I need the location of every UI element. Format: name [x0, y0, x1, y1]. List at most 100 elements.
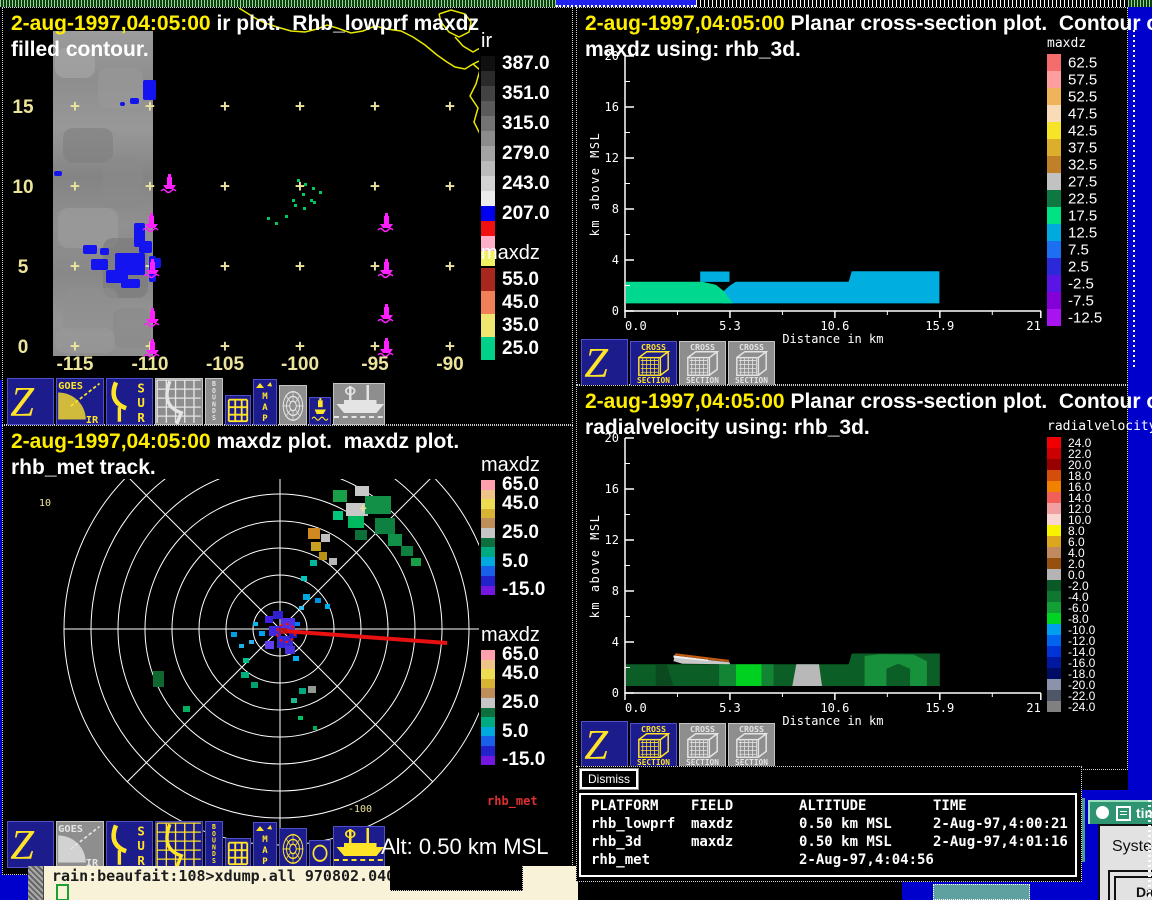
svg-text:km above MSL: km above MSL: [588, 514, 602, 619]
svg-text:+: +: [370, 336, 380, 355]
svg-text:10: 10: [39, 498, 51, 509]
grid-overlay-2-button[interactable]: [225, 838, 251, 868]
cross-section-2c-button[interactable]: CROSSSECTION: [728, 723, 775, 768]
map-overlay-2-button[interactable]: MAP: [253, 822, 277, 868]
bounds-overlay-button[interactable]: BOUNDS: [205, 378, 223, 425]
svg-text:+: +: [445, 336, 455, 355]
svg-text:0: 0: [18, 337, 29, 358]
zeb-logo-xs1-button[interactable]: Z: [581, 339, 628, 386]
svg-text:CROSS: CROSS: [739, 724, 764, 734]
xsec1-title-line2: maxdz using: rhb_3d.: [585, 38, 801, 62]
ir-toolbar: Z GOESIRSUR BOUNDS MAP: [7, 377, 385, 425]
svg-text:+: +: [370, 96, 380, 115]
cross-section-2a-button[interactable]: CROSSSECTION: [630, 723, 677, 768]
plot-title-text: Planar cross-section plot. Contour of: [785, 390, 1152, 413]
cross-section-1a-button[interactable]: CROSSSECTION: [630, 341, 677, 386]
buoy-overlay-button[interactable]: [309, 397, 331, 425]
radar-grid-button[interactable]: [155, 378, 203, 425]
circle-overlay-2-button[interactable]: [309, 840, 331, 868]
svg-text:0: 0: [612, 686, 619, 700]
zeb-logo-button[interactable]: Z: [7, 378, 54, 425]
svg-text:+: +: [370, 176, 380, 195]
titlebar-restore-icon[interactable]: [1116, 806, 1131, 821]
svg-text:15: 15: [12, 97, 34, 118]
goes-ir-overlay-2-button[interactable]: GOESIR: [56, 821, 104, 868]
svg-text:+: +: [295, 176, 305, 195]
cross-section-1b-button[interactable]: CROSSSECTION: [679, 341, 726, 386]
svg-text:Z: Z: [10, 379, 35, 424]
colorbar-maxdz-track-2: maxdz65.045.025.05.0-15.0: [481, 624, 540, 765]
ir-map-plot[interactable]: ++++++++++++++++++++++++-115-110-105-100…: [3, 8, 479, 376]
track-platform-label: rhb_met: [487, 794, 538, 808]
svg-text:+: +: [445, 96, 455, 115]
svg-text:Z: Z: [10, 822, 35, 867]
bounds-overlay-2-button[interactable]: BOUNDS: [205, 821, 223, 868]
xsec-radialvelocity-panel: 0481216200.05.310.615.921Distance in kmk…: [576, 385, 1128, 770]
radar-grid-2-button[interactable]: [155, 821, 203, 868]
svg-text:+: +: [70, 256, 80, 275]
svg-text:15.9: 15.9: [925, 319, 954, 333]
platform-field-table: PLATFORMFIELDALTITUDETIMErhb_lowprfmaxdz…: [579, 793, 1077, 877]
goes-ir-overlay-button[interactable]: GOESIR: [56, 378, 104, 425]
xsec2-title: 2-aug-1997,04:05:00 Planar cross-section…: [585, 390, 1152, 414]
track-panel-title: 2-aug-1997,04:05:00 maxdz plot. maxdz pl…: [11, 430, 459, 454]
xsec2-title-line2: radialvelocity using: rhb_3d.: [585, 416, 870, 440]
svg-text:-105: -105: [206, 354, 244, 375]
radar-rings-button[interactable]: [279, 385, 307, 425]
svg-text:Z: Z: [584, 722, 609, 767]
svg-text:10: 10: [12, 177, 33, 198]
ir-map-panel: ++++++++++++++++++++++++-115-110-105-100…: [2, 7, 573, 425]
ship-overlay-2-button[interactable]: [333, 826, 385, 868]
svg-text:S: S: [137, 825, 144, 839]
ship-overlay-button[interactable]: [333, 383, 385, 425]
svg-text:+: +: [295, 96, 305, 115]
terminal-scrollbar[interactable]: [28, 866, 44, 900]
svg-text:CROSS: CROSS: [690, 342, 715, 352]
surveillance-radar-button[interactable]: SUR: [106, 378, 153, 425]
svg-text:+: +: [220, 96, 230, 115]
surveillance-radar-2-button[interactable]: SUR: [106, 821, 153, 868]
grid-overlay-button[interactable]: [225, 395, 251, 425]
svg-text:S: S: [137, 382, 144, 396]
svg-text:-100: -100: [348, 804, 372, 815]
top-edge-left: [0, 0, 556, 7]
track-radar-plot[interactable]: 10-100+: [3, 479, 479, 876]
svg-text:16: 16: [605, 482, 619, 496]
plot-date: 2-aug-1997,04:05:00: [585, 12, 785, 35]
zeb-logo-2-button[interactable]: Z: [7, 821, 54, 868]
table-row: rhb_lowprfmaxdz0.50 km MSL2-Aug-97,4:00:…: [581, 816, 1075, 834]
svg-text:GOES: GOES: [58, 824, 83, 835]
dismiss-button[interactable]: Dismiss: [580, 769, 638, 789]
svg-text:4: 4: [612, 253, 619, 267]
day-frame: Day: [1108, 870, 1152, 900]
cross-section-1c-button[interactable]: CROSSSECTION: [728, 341, 775, 386]
bottom-right-edge-dots: [1148, 800, 1151, 900]
svg-text:12: 12: [605, 151, 619, 165]
svg-text:0: 0: [612, 304, 619, 318]
svg-text:5.3: 5.3: [719, 319, 741, 333]
svg-text:0.0: 0.0: [625, 319, 647, 333]
svg-text:+: +: [70, 336, 80, 355]
track-panel-overhang: [390, 866, 523, 891]
radar-rings-2-button[interactable]: [279, 828, 307, 868]
system-window: System Day: [1098, 824, 1152, 900]
titlebar-menu-icon[interactable]: [1096, 806, 1109, 819]
day-button[interactable]: Day: [1114, 876, 1152, 900]
svg-text:+: +: [445, 176, 455, 195]
map-overlay-button[interactable]: MAP: [253, 379, 277, 425]
top-edge-mid: [556, 0, 696, 7]
altitude-label: Alt: 0.50 km MSL: [381, 834, 549, 860]
svg-text:4: 4: [612, 635, 619, 649]
colorbar-radialvelocity: radialvelocity24.022.020.018.016.014.012…: [1047, 419, 1152, 712]
svg-text:Distance in km: Distance in km: [782, 332, 883, 346]
svg-text:0.0: 0.0: [625, 701, 647, 715]
svg-text:P: P: [262, 414, 268, 424]
plot-date: 2-aug-1997,04:05:00: [11, 12, 211, 35]
svg-text:CROSS: CROSS: [690, 724, 715, 734]
cross-section-2b-button[interactable]: CROSSSECTION: [679, 723, 726, 768]
ir-panel-title-line2: filled contour.: [11, 38, 149, 62]
colorbar-maxdz-ir: maxdz55.045.035.025.0: [481, 242, 540, 360]
svg-text:GOES: GOES: [58, 381, 83, 392]
time-window-titlebar[interactable]: time: [1088, 800, 1152, 824]
zeb-logo-xs2-button[interactable]: Z: [581, 721, 628, 768]
